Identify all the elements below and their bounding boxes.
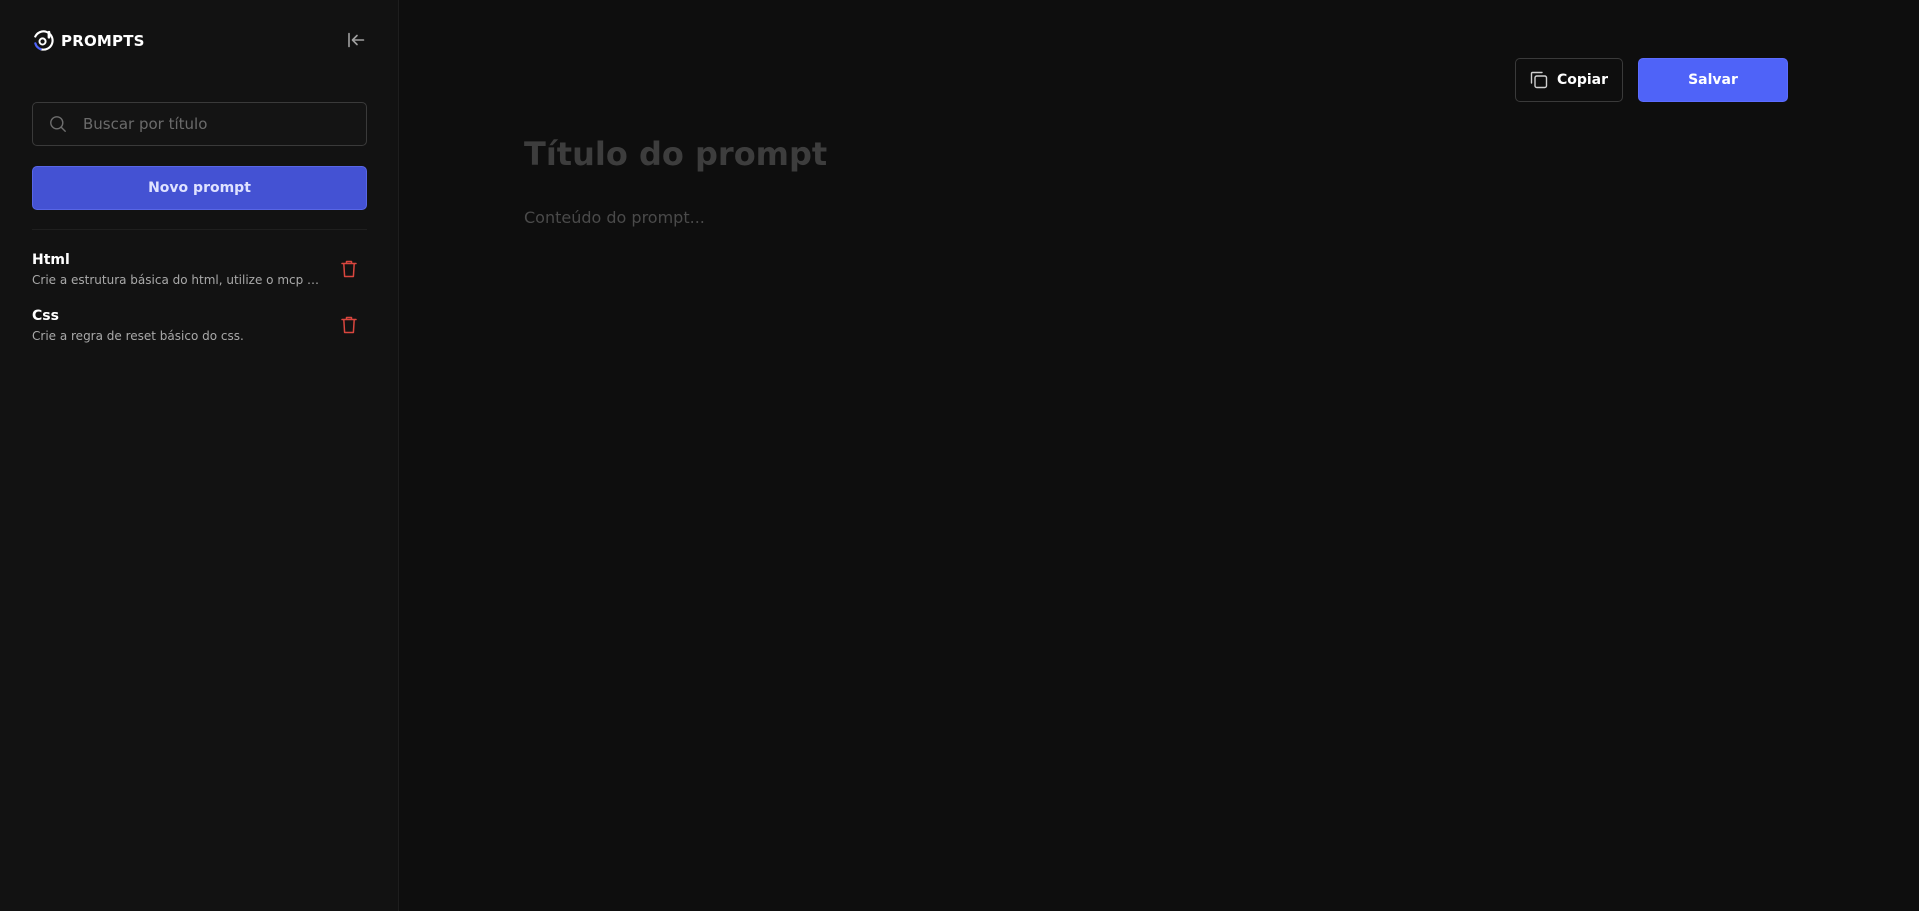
trash-icon bbox=[341, 260, 357, 278]
brand-logo-icon bbox=[33, 30, 54, 51]
new-prompt-button[interactable]: Novo prompt bbox=[32, 166, 367, 210]
save-button[interactable]: Salvar bbox=[1638, 58, 1788, 102]
prompt-item-title: Html bbox=[32, 252, 70, 268]
search-input[interactable] bbox=[81, 104, 366, 144]
prompt-title-input[interactable] bbox=[524, 130, 1424, 178]
delete-prompt-button[interactable] bbox=[339, 315, 359, 335]
app-root: PROMPTS Novo prompt Html Crie a bbox=[0, 0, 1919, 911]
prompt-list-item[interactable]: Html Crie a estrutura básica do html, ut… bbox=[32, 250, 367, 306]
sidebar: PROMPTS Novo prompt Html Crie a bbox=[0, 0, 399, 911]
prompt-item-description: Crie a regra de reset básico do css. bbox=[32, 329, 244, 343]
delete-prompt-button[interactable] bbox=[339, 259, 359, 279]
search-icon bbox=[49, 115, 67, 133]
copy-button[interactable]: Copiar bbox=[1515, 58, 1623, 102]
brand: PROMPTS bbox=[32, 29, 145, 52]
prompt-list: Html Crie a estrutura básica do html, ut… bbox=[32, 250, 367, 362]
sidebar-divider bbox=[32, 229, 367, 230]
prompt-item-title: Css bbox=[32, 308, 59, 324]
collapse-left-icon bbox=[348, 32, 365, 48]
prompt-content-input[interactable] bbox=[524, 208, 1784, 808]
brand-name: PROMPTS bbox=[61, 31, 145, 50]
editor-panel: Copiar Salvar bbox=[399, 0, 1919, 911]
search-box bbox=[32, 102, 367, 146]
copy-button-label: Copiar bbox=[1556, 72, 1609, 88]
collapse-sidebar-button[interactable] bbox=[344, 28, 368, 52]
prompt-list-item[interactable]: Css Crie a regra de reset básico do css. bbox=[32, 306, 367, 362]
prompt-item-description: Crie a estrutura básica do html, utilize… bbox=[32, 273, 322, 287]
copy-icon bbox=[1530, 71, 1548, 89]
trash-icon bbox=[341, 316, 357, 334]
